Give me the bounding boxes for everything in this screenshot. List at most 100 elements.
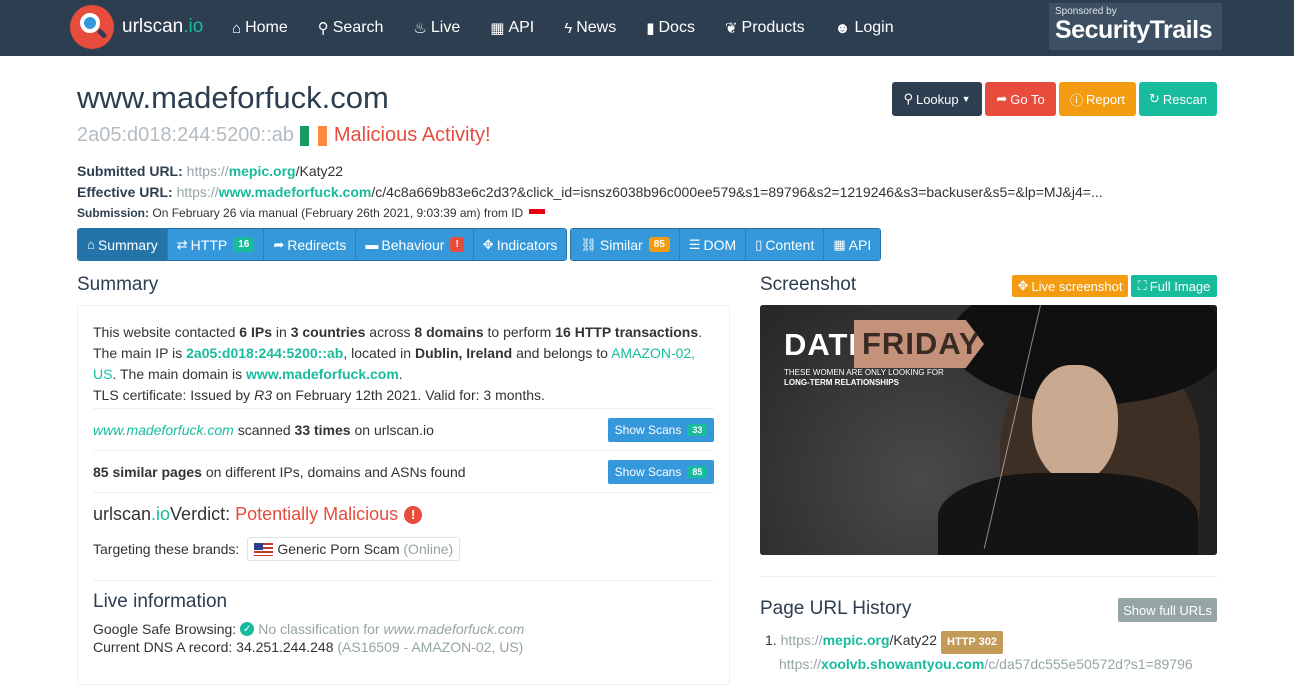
nav-links: ⌂ Home ⚲ Search ♨ Live ▦ API ϟ News ▮ Docs ❦ Pr… bbox=[232, 0, 924, 56]
nav-live[interactable]: ♨ Live bbox=[413, 19, 460, 37]
url-history-list: 1. https://mepic.org/Katy22 HTTP 302 http… bbox=[765, 630, 1193, 675]
brand-name: urlscan.io bbox=[122, 16, 204, 37]
result-tabs: ⌂ Summary ⇄ HTTP 16 ➦ Redirects ▬ Behaviour! … bbox=[77, 228, 884, 261]
tab-behaviour[interactable]: ▬ Behaviour! bbox=[356, 229, 474, 260]
history-item-domain[interactable]: xoolvb.showantyou.com bbox=[821, 656, 984, 672]
rescan-button[interactable]: ↻ Rescan bbox=[1139, 82, 1217, 116]
summary-panel: This website contacted 6 IPs in 3 countr… bbox=[77, 305, 730, 685]
tab-content[interactable]: ▯ Content bbox=[746, 229, 825, 260]
safe-browsing-line: Google Safe Browsing: ✓ No classification … bbox=[93, 621, 525, 637]
submitted-url-line: Submitted URL: https://mepic.org/Katy22 bbox=[77, 163, 344, 179]
ad-subtitle-1: These women are only looking for bbox=[784, 368, 944, 377]
ip-status-line: 2a05:d018:244:5200::ab Malicious Activit… bbox=[77, 124, 491, 147]
tab-dom[interactable]: ☰ DOM bbox=[679, 229, 747, 260]
qrcode-icon: ▦ bbox=[490, 19, 505, 37]
nav-login[interactable]: ☻ Login bbox=[835, 19, 894, 37]
crosshairs-icon: ✥ bbox=[482, 236, 494, 252]
share-icon: ➦ bbox=[273, 236, 285, 252]
scan-count-row: www.madeforfuck.com scanned 33 times on … bbox=[93, 408, 714, 450]
full-image-button[interactable]: ⛶ Full Image bbox=[1131, 275, 1217, 297]
show-full-urls-button[interactable]: Show full URLs bbox=[1118, 598, 1217, 622]
us-flag-icon bbox=[254, 542, 274, 556]
nav-search[interactable]: ⚲ Search bbox=[318, 19, 384, 37]
indonesia-flag-icon bbox=[528, 208, 545, 219]
submitted-url-domain[interactable]: mepic.org bbox=[229, 163, 296, 179]
malicious-status: Malicious Activity! bbox=[333, 124, 491, 146]
http-count-badge: 16 bbox=[233, 237, 255, 252]
share-icon: ➦ bbox=[996, 91, 1008, 106]
main-ip[interactable]: 2a05:d018:244:5200::ab bbox=[77, 124, 294, 147]
comment-icon: ▬ bbox=[365, 237, 379, 252]
live-info-block: Live information Google Safe Browsing: ✓ N… bbox=[93, 580, 714, 655]
page-title: www.madeforfuck.com bbox=[77, 80, 389, 115]
brand-tag[interactable]: Generic Porn Scam (Online) bbox=[247, 537, 461, 561]
goto-button[interactable]: ➦ Go To bbox=[985, 82, 1056, 116]
history-item: https://xoolvb.showantyou.com/c/da57dc55… bbox=[779, 656, 1193, 672]
history-item: 1. https://mepic.org/Katy22 HTTP 302 bbox=[765, 630, 1193, 654]
lookup-button[interactable]: ⚲ Lookup ▼ bbox=[892, 82, 982, 116]
verdict-value: Potentially Malicious bbox=[235, 504, 399, 524]
action-buttons: ⚲ Lookup ▼ ➦ Go To ⓘ Report ↻ Rescan bbox=[892, 82, 1217, 116]
user-icon: ☻ bbox=[834, 19, 851, 37]
history-item-domain[interactable]: mepic.org bbox=[823, 632, 890, 648]
link-icon: ⛓ bbox=[580, 236, 597, 252]
main-domain-link[interactable]: www.madeforfuck.com bbox=[246, 366, 399, 382]
file-icon: ▯ bbox=[755, 236, 763, 252]
tab-redirects[interactable]: ➦ Redirects bbox=[264, 229, 357, 260]
report-button[interactable]: ⓘ Report bbox=[1059, 82, 1136, 116]
effective-url-line: Effective URL: https://www.madeforfuck.c… bbox=[77, 184, 1103, 200]
submission-line: Submission: On February 26 via manual (F… bbox=[77, 203, 1103, 224]
tab-similar[interactable]: ⛓ Similar 85 bbox=[571, 229, 680, 260]
crosshairs-icon: ✥ bbox=[1017, 278, 1029, 293]
list-icon: ☰ bbox=[688, 236, 701, 252]
ad-subtitle-2: long-term relationships bbox=[784, 378, 899, 387]
tab-summary[interactable]: ⌂ Summary bbox=[78, 229, 168, 260]
live-info-heading: Live information bbox=[93, 591, 228, 612]
ireland-flag-icon bbox=[299, 125, 327, 146]
leaf-icon: ❦ bbox=[724, 19, 738, 37]
page-screenshot[interactable]: DATE FRIDAY These women are only looking… bbox=[760, 305, 1217, 555]
ad-friday-text: FRIDAY bbox=[854, 320, 984, 368]
summary-text: This website contacted 6 IPs in 3 countr… bbox=[93, 324, 703, 403]
show-scans-button[interactable]: Show Scans 33 bbox=[608, 417, 714, 442]
live-screenshot-button[interactable]: ✥ Live screenshot bbox=[1012, 275, 1128, 297]
tab-http[interactable]: ⇄ HTTP 16 bbox=[167, 229, 265, 260]
bookmark-icon: ▮ bbox=[646, 19, 655, 37]
url-info: Submitted URL: https://mepic.org/Katy22 … bbox=[77, 161, 1103, 224]
nav-news[interactable]: ϟ News bbox=[564, 19, 616, 37]
main-ip-link[interactable]: 2a05:d018:244:5200::ab bbox=[186, 345, 343, 361]
tab-group-extra: ⛓ Similar 85 ☰ DOM ▯ Content ▦ API bbox=[570, 228, 882, 261]
nav-api[interactable]: ▦ API bbox=[490, 19, 534, 37]
exclamation-circle-icon: ⓘ bbox=[1069, 92, 1083, 108]
search-icon: ⚲ bbox=[317, 19, 329, 37]
scanned-domain-link[interactable]: www.madeforfuck.com bbox=[93, 422, 234, 438]
magnifier-logo-icon bbox=[70, 5, 114, 49]
caret-down-icon: ▼ bbox=[961, 94, 971, 104]
similar-count-badge: 85 bbox=[648, 237, 670, 252]
brand-logo[interactable]: urlscan.io bbox=[70, 5, 203, 49]
bolt-icon: ϟ bbox=[564, 19, 573, 37]
tab-api[interactable]: ▦ API bbox=[824, 229, 881, 260]
similar-pages-row: 85 similar pages on different IPs, domai… bbox=[93, 450, 714, 492]
qrcode-icon: ▦ bbox=[833, 236, 846, 252]
sponsor-name: SecurityTrails bbox=[1055, 16, 1212, 44]
verdict-line: urlscan .io Verdict: Potentially Maliciou… bbox=[93, 504, 714, 525]
tab-indicators[interactable]: ✥ Indicators bbox=[473, 229, 567, 260]
effective-url-domain[interactable]: www.madeforfuck.com bbox=[219, 184, 372, 200]
nav-products[interactable]: ❦ Products bbox=[725, 19, 805, 37]
dns-record-line: Current DNS A record: 34.251.244.248 (AS… bbox=[93, 639, 524, 655]
nav-home[interactable]: ⌂ Home bbox=[232, 19, 288, 37]
tab-group-main: ⌂ Summary ⇄ HTTP 16 ➦ Redirects ▬ Behaviour! … bbox=[77, 228, 568, 261]
show-similar-scans-button[interactable]: Show Scans 85 bbox=[608, 459, 714, 484]
screenshot-heading: Screenshot bbox=[760, 274, 857, 295]
check-circle-icon: ✓ bbox=[240, 622, 255, 636]
nav-docs[interactable]: ▮ Docs bbox=[646, 19, 695, 37]
summary-heading: Summary bbox=[77, 274, 159, 295]
home-icon: ⌂ bbox=[87, 237, 95, 252]
sponsor-banner[interactable]: Sponsored by SecurityTrails bbox=[1049, 3, 1222, 50]
fire-icon: ♨ bbox=[413, 19, 427, 37]
targeting-line: Targeting these brands: Generic Porn Sca… bbox=[93, 537, 714, 561]
exchange-icon: ⇄ bbox=[176, 236, 188, 252]
refresh-icon: ↻ bbox=[1149, 91, 1160, 106]
home-icon: ⌂ bbox=[232, 19, 242, 37]
